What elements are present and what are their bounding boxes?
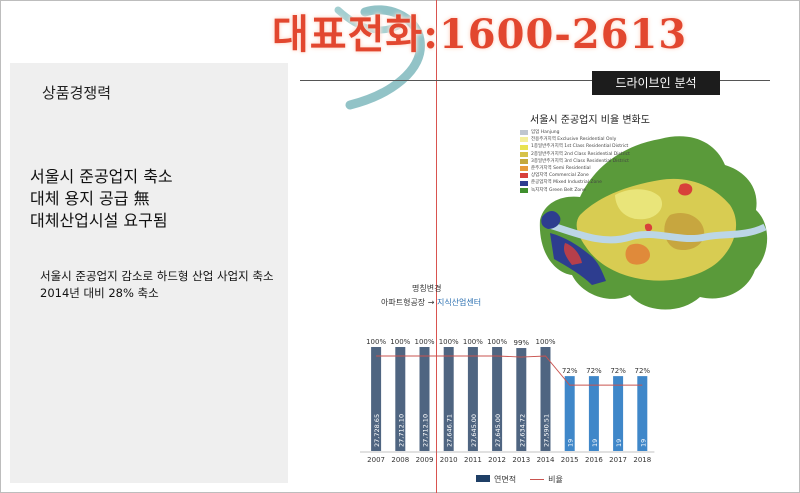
x-tick-label: 2008 — [391, 456, 409, 464]
x-tick-label: 2007 — [367, 456, 385, 464]
map-title: 서울시 준공업지 비율 변화도 — [530, 115, 650, 126]
bar-area-label: 27,728.65 — [373, 414, 381, 447]
detail-line-2: 2014년 대비 28% 축소 — [40, 286, 159, 300]
land-area-chart: 100% 27,728.65 2007 100% 27,712.10 2008 100% 27… — [360, 338, 655, 464]
x-tick-label: 2013 — [512, 456, 530, 464]
bar-area-label: 19 — [567, 439, 575, 447]
x-tick-label: 2014 — [537, 456, 555, 464]
bar-value-label: 100% — [414, 338, 434, 346]
map-legend-item: 상업지역 Commercial Zone — [520, 172, 630, 179]
map-legend-item: 준공업지역 Mixed Industrial Zone — [520, 179, 630, 186]
legend-ratio-swatch — [530, 479, 545, 480]
x-tick-label: 2017 — [609, 456, 627, 464]
map-legend-item: 1종일반주거지역 1st Class Residential District — [520, 143, 630, 150]
bar-area-label: 27,590.51 — [543, 414, 551, 447]
x-tick-label: 2009 — [416, 456, 434, 464]
bar-value-label: 72% — [635, 367, 651, 375]
bar-value-label: 100% — [487, 338, 507, 346]
legend-swatch — [520, 137, 528, 143]
legend-area-swatch — [476, 475, 490, 482]
drive-in-label: 드라이브인 분석 — [592, 71, 720, 95]
legend-swatch — [520, 144, 528, 150]
x-tick-label: 2018 — [633, 456, 651, 464]
bar-area-label: 27,712.10 — [422, 414, 430, 447]
bar-area-label: 27,634.72 — [518, 414, 526, 447]
bar-value-label: 72% — [610, 367, 626, 375]
chart-note-title: 명칭변경 — [412, 284, 442, 293]
legend-area: 연면적 — [476, 474, 516, 485]
chart-note-from: 아파트형공장 → — [381, 298, 435, 307]
legend-swatch — [520, 158, 528, 164]
section-title: 상품경쟁력 — [42, 84, 112, 102]
phone-banner: 대표전화:1600-2613 — [272, 11, 688, 58]
ratio-line — [376, 355, 643, 386]
bar-area-label: 19 — [615, 439, 623, 447]
map-legend-item: 전용주거지역 Exclusive Residential Only — [520, 136, 630, 143]
bar-area-label: 27,645.00 — [470, 414, 478, 447]
map-legend-item: 2종일반주거지역 2nd Class Residential District — [520, 151, 630, 158]
bar-value-label: 72% — [586, 367, 602, 375]
detail-line-1: 서울시 준공업지 감소로 하드형 산업 사업지 축소 — [40, 269, 274, 283]
chart-note-to: 지식산업센터 — [436, 298, 482, 307]
headline-line-1: 서울시 준공업지 축소 — [30, 167, 173, 186]
x-tick-label: 2010 — [440, 456, 458, 464]
legend-swatch — [520, 173, 528, 179]
bar-value-label: 100% — [366, 338, 386, 346]
legend-ratio: 비율 — [530, 474, 563, 485]
map-legend-item: 임업 Hanjung — [520, 129, 630, 136]
bar-value-label: 100% — [535, 338, 555, 346]
bar-area-label: 27,645.00 — [494, 414, 502, 447]
legend-swatch — [520, 130, 528, 136]
bar-area-label: 19 — [639, 439, 647, 447]
headline-line-3: 대체산업시설 요구됨 — [30, 211, 168, 230]
x-tick-label: 2012 — [488, 456, 506, 464]
legend-swatch — [520, 187, 528, 193]
map-legend-item: 3종일반주거지역 3rd Class Residential District — [520, 158, 630, 165]
bar-value-label: 100% — [390, 338, 410, 346]
legend-swatch — [520, 151, 528, 157]
x-tick-label: 2016 — [585, 456, 603, 464]
bar-value-label: 99% — [514, 339, 530, 347]
bar-value-label: 100% — [463, 338, 483, 346]
headline: 서울시 준공업지 축소 대체 용지 공급 無 대체산업시설 요구됨 — [30, 166, 173, 232]
map-legend-item: 녹지지역 Green Belt Zone — [520, 187, 630, 194]
chart-legend: 연면적 비율 — [476, 474, 563, 485]
headline-line-2: 대체 용지 공급 無 — [30, 189, 150, 208]
legend-swatch — [520, 166, 528, 172]
bar-area-label: 19 — [591, 439, 599, 447]
map-legend-item: 준주거지역 Semi Residential — [520, 165, 630, 172]
legend-swatch — [520, 180, 528, 186]
x-tick-label: 2011 — [464, 456, 482, 464]
bar-area-label: 27,646.71 — [446, 414, 454, 447]
x-tick-label: 2015 — [561, 456, 579, 464]
detail-text: 서울시 준공업지 감소로 하드형 산업 사업지 축소 2014년 대비 28% … — [40, 268, 274, 302]
map-legend: 임업 Hanjung 전용주거지역 Exclusive Residential … — [520, 129, 630, 194]
chart-note-change: 아파트형공장 → 지식산업센터 — [381, 297, 481, 308]
bar-value-label: 100% — [439, 338, 459, 346]
bar-value-label: 72% — [562, 367, 578, 375]
bar-area-label: 27,712.10 — [397, 414, 405, 447]
